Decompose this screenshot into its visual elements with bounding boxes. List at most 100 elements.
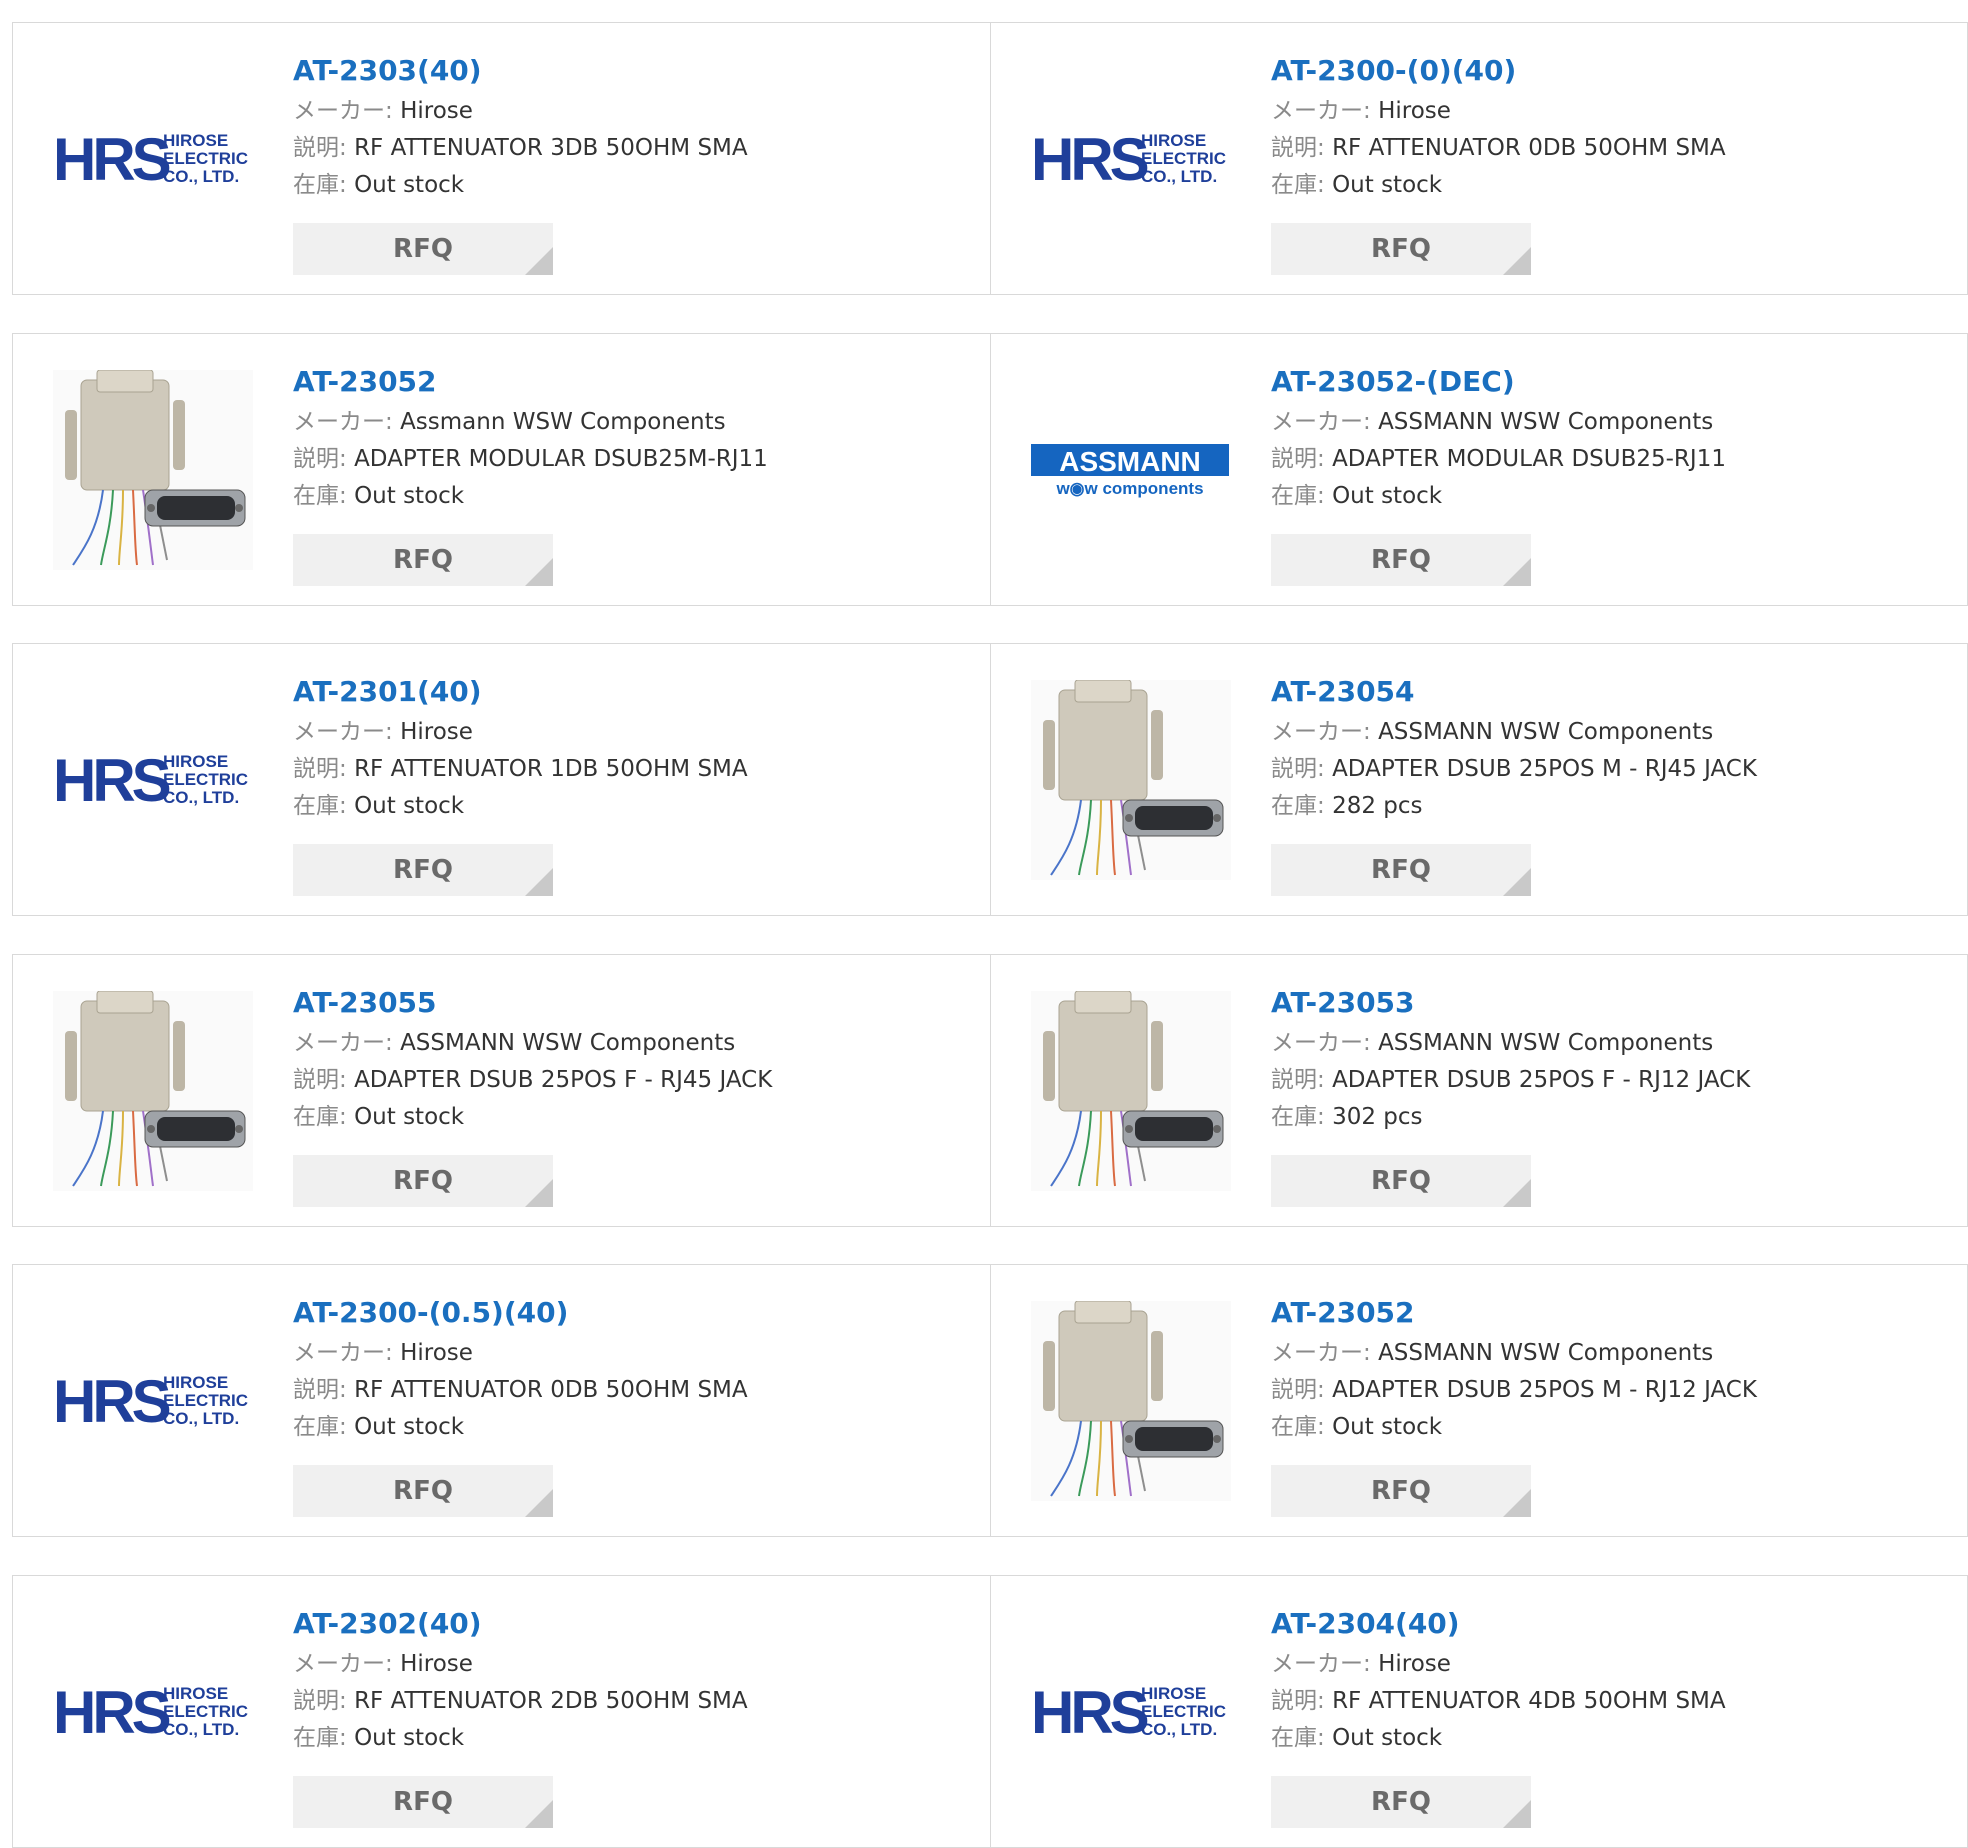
maker-value: Hirose [1378,1651,1451,1677]
description-line: 説明: ADAPTER DSUB 25POS M - RJ45 JACK [1271,751,1931,788]
stock-line: 在庫: Out stock [293,478,953,515]
description-value: RF ATTENUATOR 4DB 50OHM SMA [1332,1688,1726,1714]
maker-line: メーカー: ASSMANN WSW Components [1271,1335,1931,1372]
product-thumbnail[interactable] [1031,1301,1231,1501]
product-row: HRS HIROSE ELECTRIC CO., LTD. AT-2302(40… [12,1575,1968,1848]
product-thumbnail[interactable]: HRS HIROSE ELECTRIC CO., LTD. [53,59,253,259]
maker-value: Assmann WSW Components [400,409,726,435]
rfq-button[interactable]: RFQ [1271,1465,1531,1517]
part-number-link[interactable]: AT-23052-(DEC) [1271,362,1931,404]
product-thumbnail[interactable]: HRS HIROSE ELECTRIC CO., LTD. [53,680,253,880]
hrs-line-3: CO., LTD. [1141,167,1217,186]
part-number-link[interactable]: AT-23052 [1271,1293,1931,1335]
rfq-label: RFQ [393,855,453,885]
product-thumbnail[interactable] [1031,680,1231,880]
product-card: HRS HIROSE ELECTRIC CO., LTD. AT-2301(40… [13,644,991,915]
maker-line: メーカー: Hirose [1271,93,1931,130]
part-number-link[interactable]: AT-2303(40) [293,51,953,93]
part-number-link[interactable]: AT-23055 [293,983,953,1025]
product-card: HRS HIROSE ELECTRIC CO., LTD. AT-2304(40… [990,1576,1968,1847]
stock-line: 在庫: 282 pcs [1271,788,1931,825]
rfq-button[interactable]: RFQ [293,1776,553,1828]
product-thumbnail[interactable] [53,370,253,570]
stock-value: Out stock [354,793,465,819]
rfq-button[interactable]: RFQ [293,223,553,275]
rfq-button[interactable]: RFQ [1271,844,1531,896]
part-number-link[interactable]: AT-2300-(0)(40) [1271,51,1931,93]
part-number-link[interactable]: AT-23054 [1271,672,1931,714]
stock-line: 在庫: Out stock [1271,1409,1931,1446]
corner-triangle-icon [525,247,553,275]
product-card: AT-23054 メーカー: ASSMANN WSW Components 説明: … [990,644,1968,915]
stock-value: 302 pcs [1332,1104,1423,1130]
hrs-line-1: HIROSE [163,1373,228,1392]
part-number-link[interactable]: AT-2304(40) [1271,1604,1931,1646]
product-thumbnail[interactable]: HRS HIROSE ELECTRIC CO., LTD. [53,1301,253,1501]
stock-value: 282 pcs [1332,793,1423,819]
product-info: AT-23052-(DEC) メーカー: ASSMANN WSW Componen… [1271,362,1931,515]
product-thumbnail[interactable]: HRS HIROSE ELECTRIC CO., LTD. [53,1612,253,1812]
maker-label: メーカー: [1271,1340,1371,1366]
part-number-link[interactable]: AT-2301(40) [293,672,953,714]
stock-value: Out stock [354,1104,465,1130]
hirose-logo: HRS HIROSE ELECTRIC CO., LTD. [53,1368,248,1435]
product-row: HRS HIROSE ELECTRIC CO., LTD. AT-2301(40… [12,643,1968,916]
stock-line: 在庫: Out stock [293,1409,953,1446]
maker-line: メーカー: ASSMANN WSW Components [1271,404,1931,441]
product-card: AT-23052 メーカー: Assmann WSW Components 説明: … [13,334,991,605]
maker-label: メーカー: [1271,719,1371,745]
product-row: HRS HIROSE ELECTRIC CO., LTD. AT-2303(40… [12,22,1968,295]
description-label: 説明: [293,756,347,782]
maker-value: Hirose [400,1651,473,1677]
rfq-button[interactable]: RFQ [1271,1776,1531,1828]
maker-label: メーカー: [1271,1030,1371,1056]
maker-line: メーカー: Hirose [293,1335,953,1372]
product-thumbnail[interactable]: ASSMANN w◉w components [1031,370,1231,570]
stock-line: 在庫: Out stock [293,788,953,825]
hrs-line-3: CO., LTD. [163,1720,239,1739]
assmann-subline: w◉w components [1055,479,1203,498]
stock-value: Out stock [354,172,465,198]
product-card: HRS HIROSE ELECTRIC CO., LTD. AT-2303(40… [13,23,991,294]
adapter-photo [1031,1301,1231,1501]
part-number-link[interactable]: AT-2300-(0.5)(40) [293,1293,953,1335]
description-value: ADAPTER MODULAR DSUB25-RJ11 [1332,446,1726,472]
hrs-letters: HRS [53,126,170,193]
stock-value: Out stock [354,1725,465,1751]
product-card: AT-23053 メーカー: ASSMANN WSW Components 説明: … [990,955,1968,1226]
description-value: ADAPTER DSUB 25POS M - RJ12 JACK [1332,1377,1757,1403]
rfq-button[interactable]: RFQ [293,1155,553,1207]
rfq-button[interactable]: RFQ [293,534,553,586]
part-number-link[interactable]: AT-23052 [293,362,953,404]
stock-label: 在庫: [1271,1725,1325,1751]
stock-line: 在庫: 302 pcs [1271,1099,1931,1136]
adapter-photo [53,991,253,1191]
rfq-button[interactable]: RFQ [1271,534,1531,586]
rfq-button[interactable]: RFQ [1271,1155,1531,1207]
product-row: AT-23052 メーカー: Assmann WSW Components 説明: … [12,333,1968,606]
stock-value: Out stock [1332,1725,1443,1751]
part-number-link[interactable]: AT-2302(40) [293,1604,953,1646]
stock-line: 在庫: Out stock [1271,167,1931,204]
rfq-button[interactable]: RFQ [293,1465,553,1517]
corner-triangle-icon [1503,1489,1531,1517]
stock-label: 在庫: [293,483,347,509]
product-thumbnail[interactable] [1031,991,1231,1191]
hrs-line-3: CO., LTD. [163,1409,239,1428]
hrs-line-2: ELECTRIC [163,1702,248,1721]
description-value: ADAPTER MODULAR DSUB25M-RJ11 [354,446,768,472]
maker-value: ASSMANN WSW Components [1378,1030,1714,1056]
product-thumbnail[interactable]: HRS HIROSE ELECTRIC CO., LTD. [1031,59,1231,259]
rfq-button[interactable]: RFQ [293,844,553,896]
hrs-line-3: CO., LTD. [1141,1720,1217,1739]
rfq-label: RFQ [1371,855,1431,885]
product-thumbnail[interactable]: HRS HIROSE ELECTRIC CO., LTD. [1031,1612,1231,1812]
rfq-label: RFQ [1371,545,1431,575]
maker-value: ASSMANN WSW Components [1378,409,1714,435]
product-info: AT-2300-(0.5)(40) メーカー: Hirose 説明: RF ATTE… [293,1293,953,1446]
product-info: AT-2304(40) メーカー: Hirose 説明: RF ATTENUATOR… [1271,1604,1931,1757]
rfq-button[interactable]: RFQ [1271,223,1531,275]
product-thumbnail[interactable] [53,991,253,1191]
description-label: 説明: [1271,135,1325,161]
part-number-link[interactable]: AT-23053 [1271,983,1931,1025]
